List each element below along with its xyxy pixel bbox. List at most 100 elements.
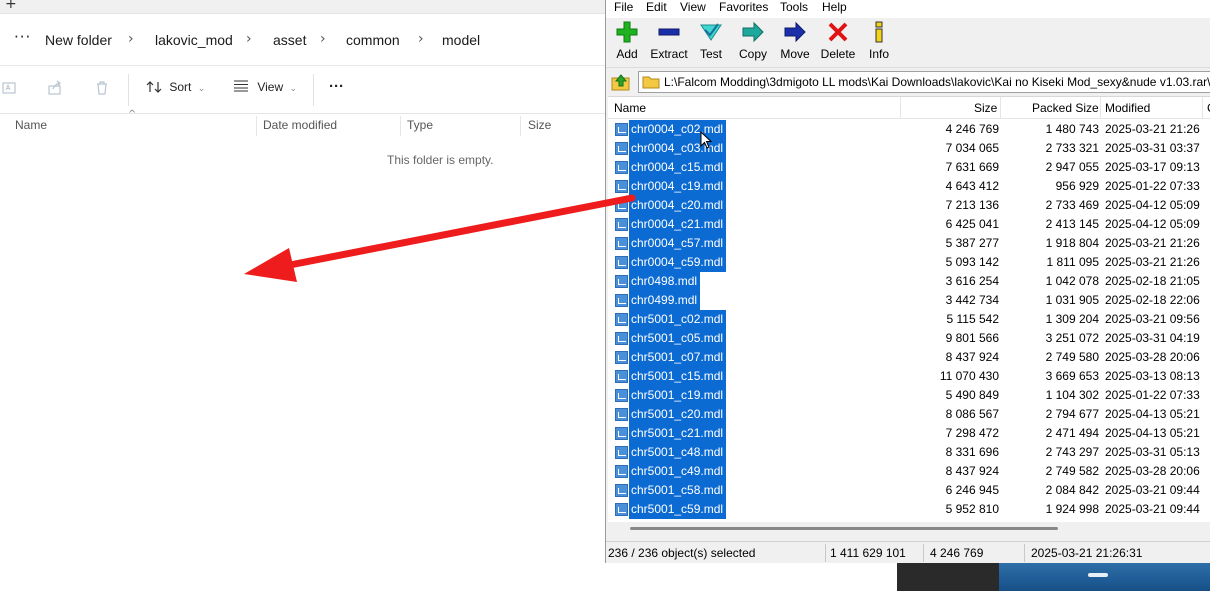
file-icon — [615, 332, 628, 345]
column-date-modified[interactable]: Date modified — [263, 118, 337, 132]
breadcrumb-overflow-button[interactable]: ··· — [14, 28, 31, 46]
menu-view[interactable]: View — [680, 0, 706, 14]
breadcrumb-item-model[interactable]: model — [442, 32, 480, 48]
file-modified: 2025-03-21 21:26 — [1105, 236, 1200, 250]
scrollbar-thumb[interactable] — [630, 527, 1058, 530]
file-row[interactable]: chr0004_c21.mdl 6 425 041 2 413 145 2025-04… — [608, 215, 1210, 234]
view-button[interactable]: View ⌄ — [233, 80, 297, 94]
column-type[interactable]: Type — [407, 118, 433, 132]
file-size: 8 437 924 — [945, 464, 999, 478]
file-modified: 2025-03-21 21:26 — [1105, 122, 1200, 136]
breadcrumb-item-new-folder[interactable]: New folder — [45, 32, 112, 48]
desktop-wallpaper — [999, 563, 1210, 591]
file-row[interactable]: chr5001_c15.mdl 11 070 430 3 669 653 2025-0… — [608, 367, 1210, 386]
file-name: chr5001_c07.mdl — [629, 348, 727, 367]
column-divider[interactable] — [256, 116, 257, 136]
empty-folder-message: This folder is empty. — [387, 153, 494, 167]
column-divider[interactable] — [1202, 97, 1203, 119]
column-divider[interactable] — [1000, 97, 1001, 119]
file-name: chr5001_c21.mdl — [629, 424, 727, 443]
file-row[interactable]: chr0004_c19.mdl 4 643 412 956 929 2025-01-2… — [608, 177, 1210, 196]
file-row[interactable]: chr5001_c20.mdl 8 086 567 2 794 677 2025-04… — [608, 405, 1210, 424]
file-name: chr0004_c21.mdl — [629, 215, 727, 234]
folder-up-icon — [611, 74, 630, 91]
file-size: 3 442 734 — [945, 293, 999, 307]
file-modified: 2025-03-31 04:19 — [1105, 331, 1200, 345]
breadcrumb-item-common[interactable]: common — [346, 32, 400, 48]
file-row[interactable]: chr5001_c58.mdl 6 246 945 2 084 842 2025-03… — [608, 481, 1210, 500]
breadcrumb-item-lakovic-mod[interactable]: lakovic_mod — [155, 32, 233, 48]
menu-help[interactable]: Help — [822, 0, 847, 14]
column-size[interactable]: Size — [974, 101, 997, 115]
file-list: Name Size Packed Size Modified C chr0004… — [608, 96, 1210, 522]
chevron-right-icon[interactable]: › — [418, 31, 424, 47]
file-packed-size: 2 413 145 — [1045, 217, 1099, 231]
file-icon — [615, 199, 628, 212]
breadcrumb-item-asset[interactable]: asset — [273, 32, 306, 48]
file-row[interactable]: chr0004_c02.mdl 4 246 769 1 480 743 2025-03… — [608, 120, 1210, 139]
menu-tools[interactable]: Tools — [780, 0, 808, 14]
column-modified[interactable]: Modified — [1105, 101, 1150, 115]
horizontal-scrollbar[interactable] — [608, 522, 1210, 534]
file-name: chr5001_c15.mdl — [629, 367, 727, 386]
see-more-button[interactable]: ··· — [329, 78, 344, 95]
file-row[interactable]: chr5001_c07.mdl 8 437 924 2 749 580 2025-03… — [608, 348, 1210, 367]
column-divider[interactable] — [520, 116, 521, 136]
file-row[interactable]: chr0004_c59.mdl 5 093 142 1 811 095 2025-03… — [608, 253, 1210, 272]
rename-icon[interactable] — [0, 80, 20, 100]
column-name[interactable]: Name — [15, 118, 47, 132]
file-packed-size: 1 309 204 — [1045, 312, 1099, 326]
file-packed-size: 2 471 494 — [1045, 426, 1099, 440]
file-size: 7 213 136 — [945, 198, 999, 212]
column-packed-size[interactable]: Packed Size — [1032, 101, 1099, 115]
file-modified: 2025-04-13 05:21 — [1105, 426, 1200, 440]
sort-button[interactable]: Sort ⌄ — [146, 80, 205, 94]
file-packed-size: 956 929 — [1055, 179, 1099, 193]
chevron-right-icon[interactable]: › — [246, 31, 252, 47]
delete-icon[interactable] — [92, 80, 112, 100]
file-row[interactable]: chr0004_c57.mdl 5 387 277 1 918 804 2025-03… — [608, 234, 1210, 253]
file-row[interactable]: chr5001_c48.mdl 8 331 696 2 743 297 2025-03… — [608, 443, 1210, 462]
file-modified: 2025-03-31 05:13 — [1105, 445, 1200, 459]
column-divider[interactable] — [1100, 97, 1101, 119]
file-row[interactable]: chr5001_c59.mdl 5 952 810 1 924 998 2025-03… — [608, 500, 1210, 519]
column-name[interactable]: Name — [614, 101, 646, 115]
archive-path-field[interactable]: L:\Falcom Modding\3dmigoto LL mods\Kai D… — [638, 71, 1210, 93]
file-icon — [615, 313, 628, 326]
file-row[interactable]: chr0004_c20.mdl 7 213 136 2 733 469 2025-04… — [608, 196, 1210, 215]
menu-file[interactable]: File — [614, 0, 633, 14]
file-row[interactable]: chr5001_c05.mdl 9 801 566 3 251 072 2025-03… — [608, 329, 1210, 348]
file-row[interactable]: chr0498.mdl 3 616 254 1 042 078 2025-02-18 … — [608, 272, 1210, 291]
info-button[interactable]: Info — [854, 20, 904, 61]
folder-up-button[interactable] — [610, 72, 632, 92]
file-name: chr5001_c58.mdl — [629, 481, 727, 500]
share-icon[interactable] — [45, 80, 65, 100]
divider — [825, 544, 826, 562]
file-row[interactable]: chr0004_c03.mdl 7 034 065 2 733 321 2025-03… — [608, 139, 1210, 158]
file-icon — [615, 180, 628, 193]
file-size: 5 952 810 — [945, 502, 999, 516]
chevron-right-icon[interactable]: › — [128, 31, 134, 47]
file-row[interactable]: chr0499.mdl 3 442 734 1 031 905 2025-02-18 … — [608, 291, 1210, 310]
column-size[interactable]: Size — [528, 118, 551, 132]
path-bar: L:\Falcom Modding\3dmigoto LL mods\Kai D… — [606, 70, 1210, 94]
menu-favorites[interactable]: Favorites — [719, 0, 768, 14]
menu-edit[interactable]: Edit — [646, 0, 667, 14]
file-row[interactable]: chr5001_c02.mdl 5 115 542 1 309 204 2025-03… — [608, 310, 1210, 329]
column-divider[interactable] — [400, 116, 401, 136]
winrar-window: File Edit View Favorites Tools Help Add … — [605, 0, 1210, 563]
file-name: chr5001_c02.mdl — [629, 310, 727, 329]
test-icon — [700, 23, 722, 41]
column-divider[interactable] — [900, 97, 901, 119]
file-name: chr0004_c15.mdl — [629, 158, 727, 177]
file-packed-size: 1 031 905 — [1045, 293, 1099, 307]
chevron-right-icon[interactable]: › — [320, 31, 326, 47]
file-row[interactable]: chr0004_c15.mdl 7 631 669 2 947 055 2025-03… — [608, 158, 1210, 177]
new-tab-icon[interactable]: + — [5, 0, 17, 12]
file-row[interactable]: chr5001_c21.mdl 7 298 472 2 471 494 2025-04… — [608, 424, 1210, 443]
divider — [128, 74, 129, 106]
file-row[interactable]: chr5001_c49.mdl 8 437 924 2 749 582 2025-03… — [608, 462, 1210, 481]
file-row[interactable]: chr5001_c19.mdl 5 490 849 1 104 302 2025-01… — [608, 386, 1210, 405]
file-packed-size: 1 918 804 — [1045, 236, 1099, 250]
selection-status: 236 / 236 object(s) selected — [608, 546, 756, 560]
